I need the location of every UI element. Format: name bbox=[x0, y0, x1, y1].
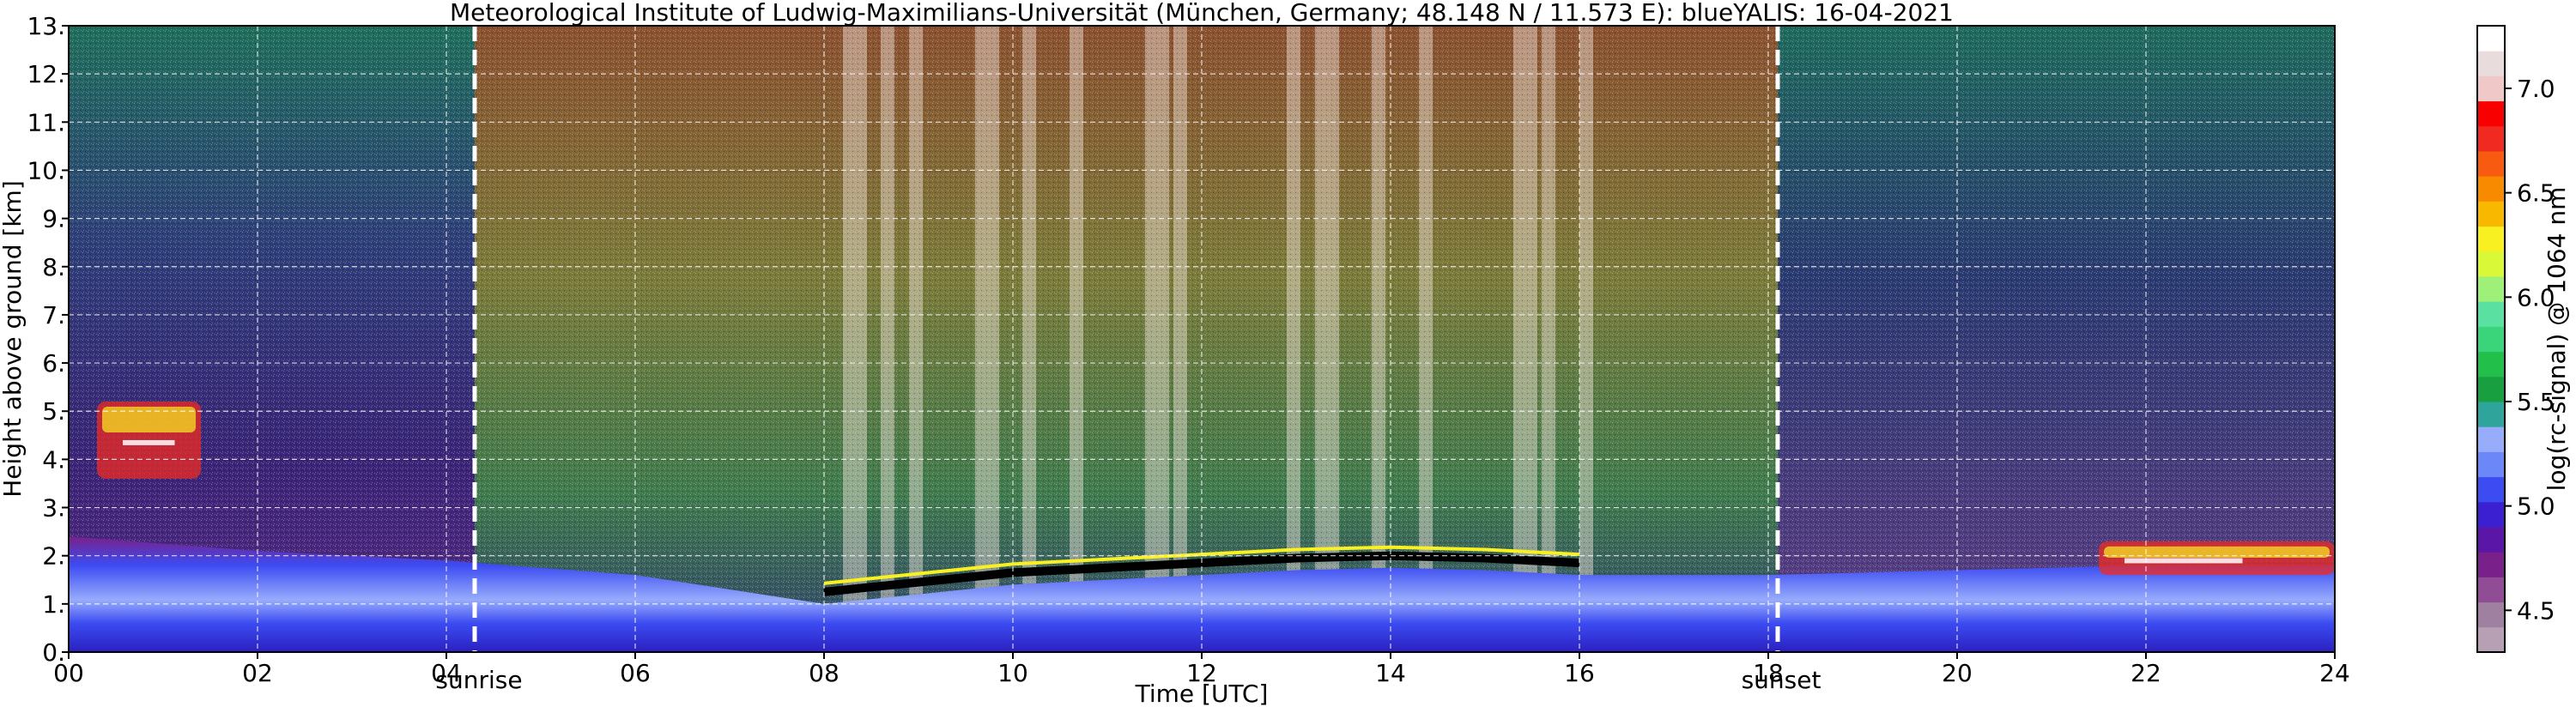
y-tick-label: 1. bbox=[42, 590, 65, 619]
colorbar-cell bbox=[2477, 426, 2505, 452]
colorbar-cell bbox=[2477, 451, 2505, 478]
cloud-patch-core bbox=[102, 407, 196, 432]
y-tick-label: 8. bbox=[42, 253, 65, 281]
x-tick-label: 16 bbox=[1564, 659, 1595, 687]
colorbar-cell bbox=[2477, 251, 2505, 277]
colorbar-cell bbox=[2477, 125, 2505, 152]
colorbar-cell bbox=[2477, 476, 2505, 503]
chart-title: Meteorological Institute of Ludwig-Maxim… bbox=[450, 0, 1954, 27]
colorbar-cell bbox=[2477, 201, 2505, 227]
colorbar-cell bbox=[2477, 527, 2505, 553]
colorbar-cell bbox=[2477, 626, 2505, 653]
x-tick-label: 20 bbox=[1942, 659, 1973, 687]
y-tick-label: 11. bbox=[27, 108, 65, 136]
colorbar-cell bbox=[2477, 301, 2505, 327]
lidar-quicklook-figure: 00 02 04 06 08 10 12 14 16 18 20 22 24 0.1.2.3.4.5.6… bbox=[0, 0, 2571, 707]
x-tick-label: 06 bbox=[620, 659, 651, 687]
colorbar-cell bbox=[2477, 276, 2505, 302]
x-tick-label: 14 bbox=[1375, 659, 1406, 687]
x-axis-label: Time [UTC] bbox=[1135, 680, 1269, 707]
colorbar-tick-label: 7.0 bbox=[2517, 75, 2555, 103]
colorbar-cells bbox=[2477, 26, 2505, 653]
y-tick-label: 0. bbox=[42, 638, 65, 667]
colorbar-label: log(rc-signal) @ 1064 nm bbox=[2543, 187, 2571, 492]
plot-area: 00 02 04 06 08 10 12 14 16 18 20 22 24 0.1.2.3.4.5.6… bbox=[27, 12, 2349, 687]
colorbar-cell bbox=[2477, 577, 2505, 603]
colorbar-cell bbox=[2477, 376, 2505, 402]
colorbar-cell bbox=[2477, 100, 2505, 127]
colorbar-cell bbox=[2477, 51, 2505, 76]
cloud-patch-peak bbox=[2124, 558, 2243, 564]
y-axis-ticks: 0. 1. 2. 3. 4. 5. 6. 7. 8. 9. 10. 11. 12. 13. bbox=[27, 12, 69, 667]
colorbar-tick-label: 4.5 bbox=[2517, 596, 2555, 625]
x-tick-label: 10 bbox=[997, 659, 1028, 687]
y-tick-label: 2. bbox=[42, 542, 65, 571]
colorbar-cell bbox=[2477, 601, 2505, 628]
colorbar: 4.55.05.56.06.57.0 log(rc-signal) @ 1064… bbox=[2476, 25, 2571, 653]
x-tick-label: 08 bbox=[809, 659, 839, 687]
cloud-patch-peak bbox=[123, 439, 175, 445]
sunset-label: sunset bbox=[1742, 666, 1821, 694]
colorbar-cell bbox=[2477, 326, 2505, 353]
y-axis-label: Height above ground [km] bbox=[0, 180, 27, 498]
colorbar-cell bbox=[2477, 351, 2505, 378]
colorbar-cell bbox=[2477, 226, 2505, 252]
y-tick-label: 9. bbox=[42, 205, 65, 233]
colorbar-cell bbox=[2477, 501, 2505, 528]
y-tick-label: 3. bbox=[42, 494, 65, 523]
colorbar-cell bbox=[2477, 151, 2505, 177]
colorbar-cell bbox=[2477, 176, 2505, 202]
colorbar-cell bbox=[2477, 402, 2505, 427]
y-tick-label: 4. bbox=[42, 445, 65, 474]
colorbar-cell bbox=[2477, 76, 2505, 102]
y-tick-label: 7. bbox=[42, 301, 65, 329]
colorbar-cell bbox=[2477, 552, 2505, 577]
colorbar-cell bbox=[2477, 26, 2505, 51]
y-tick-label: 10. bbox=[27, 156, 65, 184]
y-tick-label: 6. bbox=[42, 349, 65, 378]
y-tick-label: 5. bbox=[42, 397, 65, 426]
sunrise-label: sunrise bbox=[435, 666, 522, 694]
x-tick-label: 22 bbox=[2131, 659, 2161, 687]
colorbar-tick-label: 5.0 bbox=[2517, 492, 2555, 521]
y-tick-label: 12. bbox=[27, 60, 65, 88]
x-tick-label: 02 bbox=[242, 659, 273, 687]
y-tick-label: 13. bbox=[27, 12, 65, 40]
x-tick-label: 24 bbox=[2319, 659, 2350, 687]
